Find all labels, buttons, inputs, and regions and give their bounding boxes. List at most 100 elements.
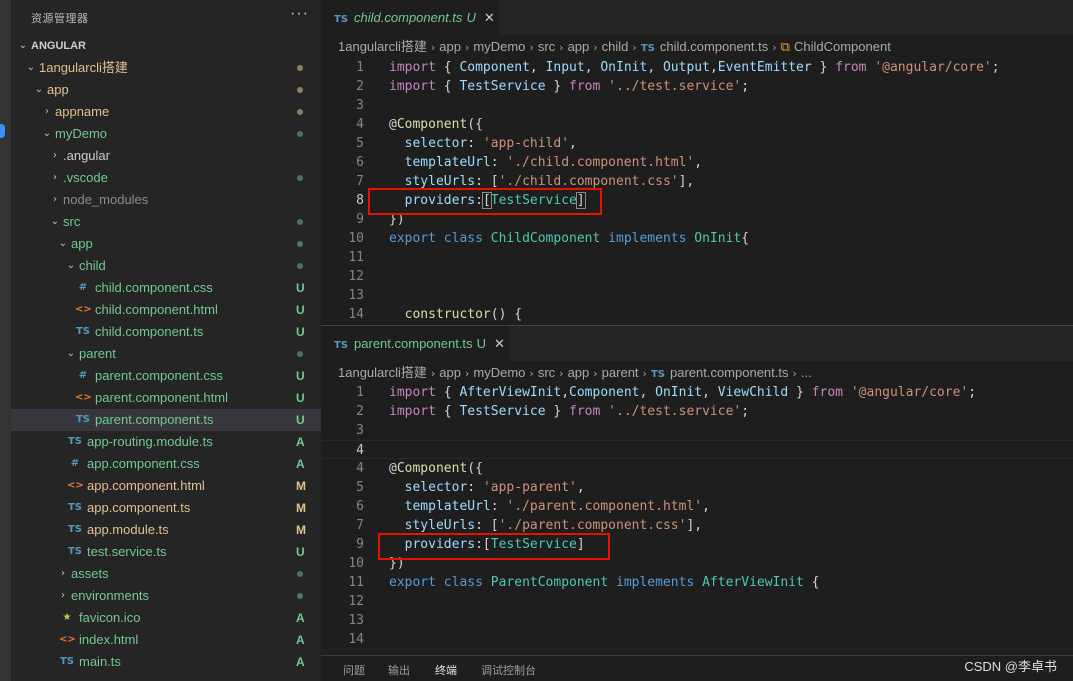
- breadcrumb-item[interactable]: parent: [602, 365, 639, 380]
- tree-folder[interactable]: ⌄ ANGULAR: [11, 35, 321, 57]
- chevron-right-icon[interactable]: ›: [57, 563, 69, 585]
- tree-file[interactable]: TS app.module.ts M: [11, 519, 321, 541]
- close-icon[interactable]: ✕: [484, 10, 495, 25]
- tree-file[interactable]: TS parent.component.ts U: [11, 409, 321, 431]
- breadcrumb-item[interactable]: app: [439, 365, 461, 380]
- tree-file[interactable]: TS app.component.ts M: [11, 497, 321, 519]
- chevron-right-icon[interactable]: ›: [41, 101, 53, 123]
- tree-file[interactable]: TS app-routing.module.ts A: [11, 431, 321, 453]
- chevron-down-icon[interactable]: ⌄: [17, 35, 29, 57]
- git-status-badge: M: [296, 501, 306, 515]
- tree-folder[interactable]: ⌄ src: [11, 211, 321, 233]
- breadcrumb-item[interactable]: app: [568, 365, 590, 380]
- tree-file[interactable]: # parent.component.css U: [11, 365, 321, 387]
- code-line[interactable]: 4 @Component({: [321, 459, 1073, 478]
- code-line[interactable]: 5 selector: 'app-parent',: [321, 478, 1073, 497]
- code-line[interactable]: 5 selector: 'app-child',: [321, 134, 1073, 153]
- chevron-right-icon[interactable]: ›: [49, 145, 61, 167]
- tab-debug-console[interactable]: 调试控制台: [481, 656, 536, 681]
- chevron-right-icon[interactable]: ›: [49, 189, 61, 211]
- tree-file[interactable]: # app.component.css A: [11, 453, 321, 475]
- tree-folder[interactable]: ⌄ parent: [11, 343, 321, 365]
- breadcrumb-item[interactable]: child: [602, 39, 629, 54]
- code-line[interactable]: 11: [321, 248, 1073, 267]
- chevron-right-icon[interactable]: ›: [57, 585, 69, 607]
- tree-file[interactable]: TS child.component.ts U: [11, 321, 321, 343]
- code-line[interactable]: 2 import { TestService } from '../test.se…: [321, 402, 1073, 421]
- code-line[interactable]: 2 import { TestService } from '../test.se…: [321, 77, 1073, 96]
- chevron-down-icon[interactable]: ⌄: [65, 255, 77, 277]
- code-line[interactable]: 1 import { AfterViewInit,Component, OnIni…: [321, 383, 1073, 402]
- breadcrumb-file[interactable]: child.component.ts: [660, 39, 768, 54]
- tree-file[interactable]: <> app.component.html M: [11, 475, 321, 497]
- code-token: Component: [396, 461, 468, 476]
- code-line[interactable]: 13: [321, 286, 1073, 305]
- tab-output[interactable]: 输出: [388, 656, 410, 681]
- tab-terminal[interactable]: 终端: [435, 656, 457, 681]
- breadcrumb-item[interactable]: app: [568, 39, 590, 54]
- breadcrumb-item[interactable]: myDemo: [473, 39, 525, 54]
- breadcrumb-item[interactable]: src: [538, 365, 555, 380]
- chevron-down-icon[interactable]: ⌄: [57, 233, 69, 255]
- tree-folder[interactable]: › appname: [11, 101, 321, 123]
- chevron-right-icon: ›: [559, 367, 564, 380]
- breadcrumb-item[interactable]: src: [538, 39, 555, 54]
- breadcrumb-item[interactable]: app: [439, 39, 461, 54]
- tree-folder[interactable]: › .angular: [11, 145, 321, 167]
- code-line[interactable]: 14: [321, 630, 1073, 649]
- code-token: '@angular/core': [874, 60, 992, 75]
- chevron-down-icon[interactable]: ⌄: [49, 211, 61, 233]
- tree-folder[interactable]: ⌄ 1angularcli搭建: [11, 57, 321, 79]
- breadcrumb-file[interactable]: parent.component.ts: [670, 365, 789, 380]
- code-line[interactable]: 12: [321, 592, 1073, 611]
- tree-file[interactable]: ★ favicon.ico A: [11, 607, 321, 629]
- tab-problems[interactable]: 问题: [343, 656, 365, 681]
- tree-folder[interactable]: ⌄ child: [11, 255, 321, 277]
- tree-file[interactable]: <> parent.component.html U: [11, 387, 321, 409]
- tree-folder[interactable]: › node_modules: [11, 189, 321, 211]
- tree-folder[interactable]: ⌄ app: [11, 79, 321, 101]
- chevron-right-icon[interactable]: ›: [49, 167, 61, 189]
- chevron-down-icon[interactable]: ⌄: [65, 343, 77, 365]
- code-line[interactable]: 3: [321, 96, 1073, 115]
- breadcrumb-more[interactable]: ...: [801, 365, 812, 380]
- tree-folder[interactable]: › assets: [11, 563, 321, 585]
- breadcrumb-symbol[interactable]: ChildComponent: [794, 39, 891, 54]
- tree-file[interactable]: # child.component.css U: [11, 277, 321, 299]
- code-editor-bottom[interactable]: 1 import { AfterViewInit,Component, OnIni…: [321, 383, 1073, 649]
- tree-file[interactable]: <> child.component.html U: [11, 299, 321, 321]
- code-line[interactable]: 4 @Component({: [321, 115, 1073, 134]
- tab-child-component-ts[interactable]: TS child.component.ts U ✕: [321, 0, 498, 35]
- tree-folder[interactable]: › .vscode: [11, 167, 321, 189]
- more-actions-icon[interactable]: ···: [290, 5, 309, 23]
- code-line[interactable]: 6 templateUrl: './child.component.html',: [321, 153, 1073, 172]
- code-line[interactable]: 12: [321, 267, 1073, 286]
- code-line[interactable]: 6 templateUrl: './parent.component.html'…: [321, 497, 1073, 516]
- typescript-icon: TS: [640, 43, 655, 54]
- close-icon[interactable]: ✕: [494, 336, 505, 351]
- chevron-down-icon[interactable]: ⌄: [25, 57, 37, 79]
- tree-folder[interactable]: ⌄ myDemo: [11, 123, 321, 145]
- tree-folder[interactable]: › environments: [11, 585, 321, 607]
- code-line[interactable]: 13: [321, 611, 1073, 630]
- tree-file[interactable]: TS test.service.ts U: [11, 541, 321, 563]
- code-token: ,: [569, 136, 577, 151]
- chevron-down-icon[interactable]: ⌄: [41, 123, 53, 145]
- chevron-down-icon[interactable]: ⌄: [33, 79, 45, 101]
- code-line[interactable]: 3: [321, 421, 1073, 440]
- code-line[interactable]: 1 import { Component, Input, OnInit, Outp…: [321, 58, 1073, 77]
- tree-file[interactable]: <> index.html A: [11, 629, 321, 651]
- code-line[interactable]: 11 export class ParentComponent implement…: [321, 573, 1073, 592]
- breadcrumb-item[interactable]: 1angularcli搭建: [338, 365, 427, 380]
- file-type-icon: TS: [67, 436, 83, 447]
- code-line[interactable]: 10 export class ChildComponent implements…: [321, 229, 1073, 248]
- tab-parent-component-ts[interactable]: TS parent.component.ts U ✕: [321, 326, 509, 361]
- line-number: 4: [356, 461, 364, 476]
- breadcrumb-item[interactable]: myDemo: [473, 365, 525, 380]
- tree-file[interactable]: TS main.ts A: [11, 651, 321, 673]
- file-type-icon: TS: [75, 326, 91, 337]
- tree-folder[interactable]: ⌄ app: [11, 233, 321, 255]
- breadcrumb-item[interactable]: 1angularcli搭建: [338, 39, 427, 54]
- code-line[interactable]: 4: [321, 440, 1073, 459]
- code-line[interactable]: 14 constructor() {: [321, 305, 1073, 324]
